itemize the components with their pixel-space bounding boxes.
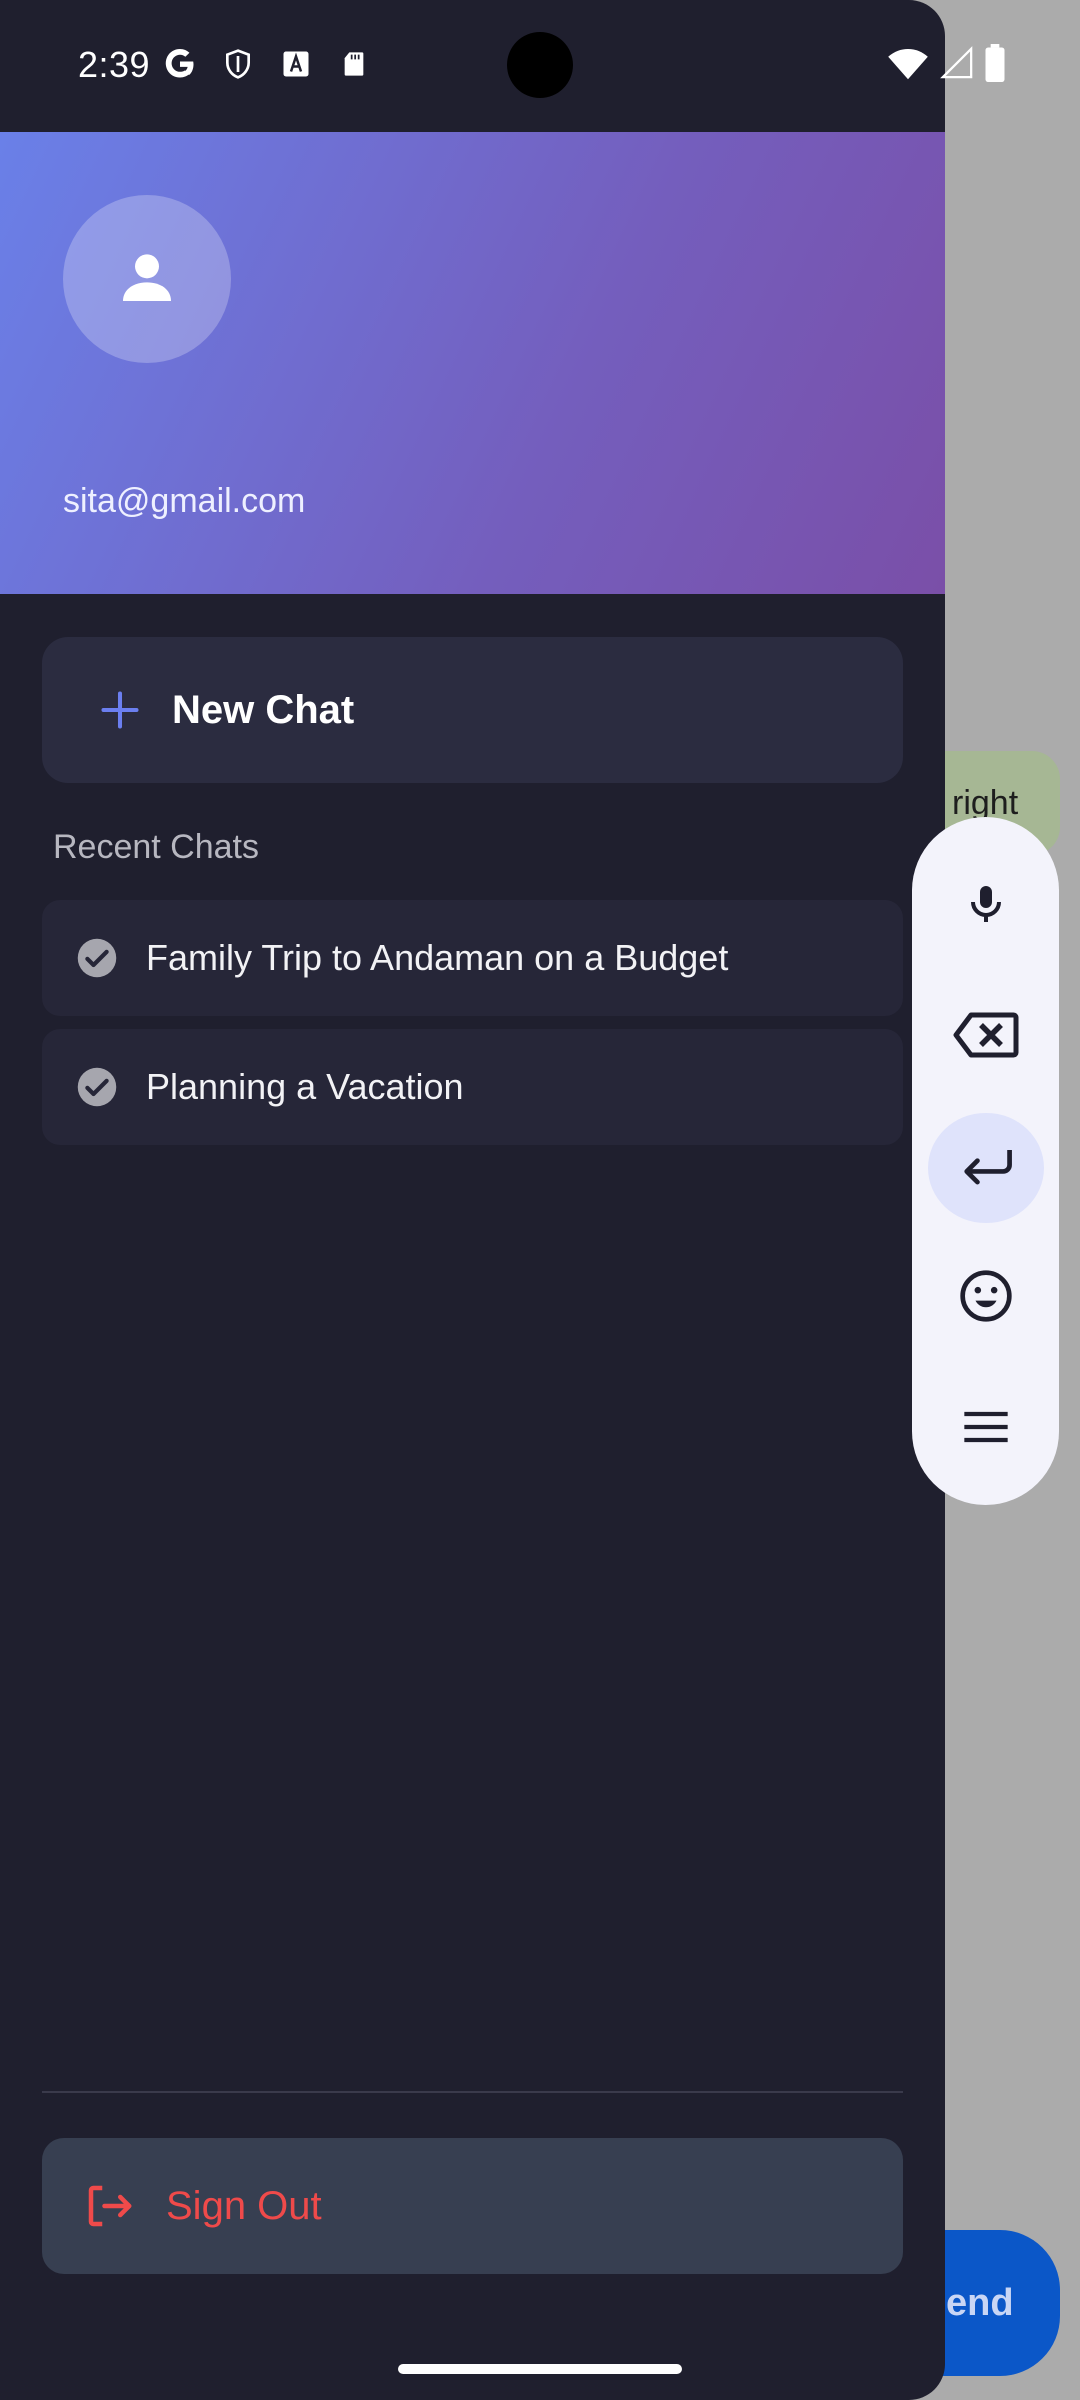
divider	[42, 2091, 903, 2093]
recent-chats-heading: Recent Chats	[53, 828, 259, 866]
enter-button[interactable]	[927, 1112, 1044, 1224]
logout-icon	[82, 2179, 136, 2233]
status-icons	[160, 44, 374, 84]
drawer-header: sita@gmail.com	[0, 132, 945, 594]
emoji-icon	[958, 1268, 1014, 1329]
keyboard-toolbar	[912, 817, 1059, 1505]
person-icon	[115, 245, 179, 314]
check-circle-icon	[76, 1066, 118, 1108]
signal-icon	[940, 45, 974, 86]
sign-out-label: Sign Out	[166, 2183, 322, 2228]
status-right-icons	[886, 44, 1006, 87]
user-email: sita@gmail.com	[63, 482, 306, 520]
backspace-button[interactable]	[928, 982, 1044, 1093]
google-icon	[160, 44, 200, 84]
send-button-label: end	[946, 2281, 1014, 2324]
check-circle-icon	[76, 937, 118, 979]
mic-icon	[962, 880, 1010, 933]
camera-cutout	[507, 32, 573, 98]
recent-chat-item[interactable]: Family Trip to Andaman on a Budget	[42, 900, 903, 1016]
recent-chat-title: Planning a Vacation	[146, 1066, 464, 1107]
menu-button[interactable]	[928, 1374, 1044, 1485]
recent-chat-item[interactable]: Planning a Vacation	[42, 1029, 903, 1145]
sd-card-icon	[334, 44, 374, 84]
plus-icon	[92, 682, 148, 738]
status-bar: 2:39	[0, 0, 945, 132]
new-chat-button[interactable]: New Chat	[42, 637, 903, 783]
wifi-icon	[886, 45, 930, 86]
new-chat-label: New Chat	[172, 687, 355, 732]
sign-out-button[interactable]: Sign Out	[42, 2138, 903, 2274]
status-time: 2:39	[78, 44, 151, 85]
shield-icon	[218, 44, 258, 84]
menu-icon	[960, 1407, 1012, 1452]
home-indicator[interactable]	[398, 2364, 682, 2374]
font-icon	[276, 44, 316, 84]
backspace-icon	[951, 1008, 1021, 1067]
mic-button[interactable]	[928, 851, 1044, 962]
avatar[interactable]	[63, 195, 231, 363]
battery-icon	[984, 44, 1006, 87]
navigation-drawer: 2:39 sita@gmail.com New Chat Recent Chat…	[0, 0, 945, 2400]
emoji-button[interactable]	[928, 1243, 1044, 1354]
recent-chat-title: Family Trip to Andaman on a Budget	[146, 937, 729, 978]
enter-icon	[956, 1143, 1016, 1192]
